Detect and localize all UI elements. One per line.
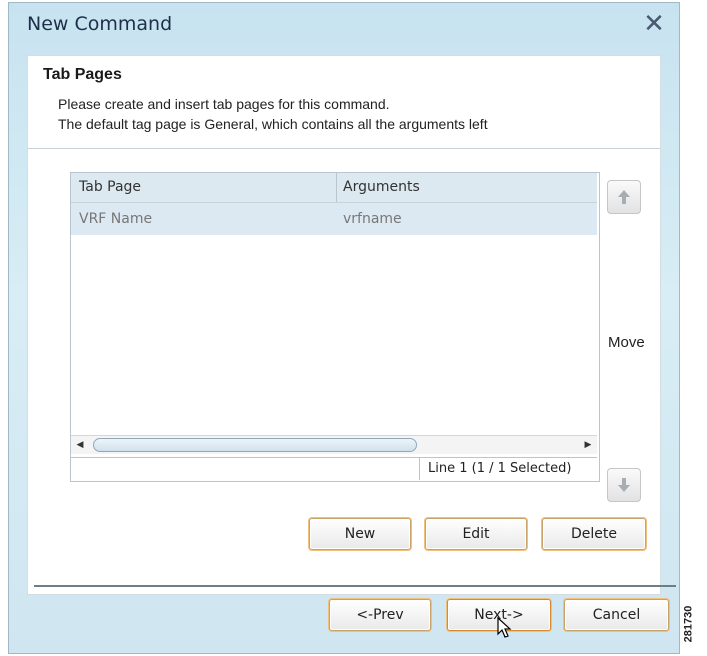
scroll-left-icon[interactable]: ◀ (73, 438, 87, 452)
move-label: Move (608, 334, 645, 351)
prev-button[interactable]: <-Prev (329, 599, 431, 631)
arrow-down-icon (618, 478, 630, 492)
footer-separator (34, 585, 676, 587)
separator (28, 148, 660, 149)
table-header: Tab Page Arguments (71, 173, 597, 203)
delete-button[interactable]: Delete (542, 518, 646, 550)
horizontal-scrollbar[interactable]: ◀ ▶ (71, 435, 597, 454)
scroll-right-icon[interactable]: ▶ (581, 438, 595, 452)
column-header-tab-page[interactable]: Tab Page (79, 173, 141, 202)
cell-arguments: vrfname (343, 211, 402, 227)
title-bar: New Command ✕ (9, 3, 679, 49)
column-divider[interactable] (336, 173, 337, 202)
description-line-2: The default tag page is General, which c… (58, 116, 488, 132)
column-header-arguments[interactable]: Arguments (343, 173, 420, 202)
table-status-bar: Line 1 (1 / 1 Selected) (71, 457, 597, 480)
move-up-button[interactable] (607, 180, 641, 214)
figure-id-text: 281730 (682, 605, 695, 643)
move-down-button[interactable] (607, 468, 641, 502)
new-button[interactable]: New (309, 518, 411, 550)
description-line-1: Please create and insert tab pages for t… (58, 96, 390, 112)
window-title: New Command (27, 13, 173, 35)
edit-button[interactable]: Edit (425, 518, 527, 550)
selection-status: Line 1 (1 / 1 Selected) (419, 458, 595, 480)
mouse-cursor-icon (497, 617, 512, 638)
section-heading: Tab Pages (43, 66, 122, 83)
arrow-up-icon (618, 190, 630, 204)
cell-tab-page: VRF Name (79, 211, 153, 227)
scrollbar-thumb[interactable] (93, 438, 417, 452)
tab-pages-table[interactable]: Tab Page Arguments VRF Name vrfname ◀ ▶ … (70, 172, 600, 482)
table-row[interactable]: VRF Name vrfname (71, 203, 597, 235)
content-panel: Tab Pages Please create and insert tab p… (27, 55, 661, 595)
cancel-button[interactable]: Cancel (564, 599, 669, 631)
new-command-dialog: New Command ✕ Tab Pages Please create an… (8, 2, 680, 654)
close-icon[interactable]: ✕ (639, 7, 669, 41)
figure-id: 281730 (682, 600, 706, 654)
